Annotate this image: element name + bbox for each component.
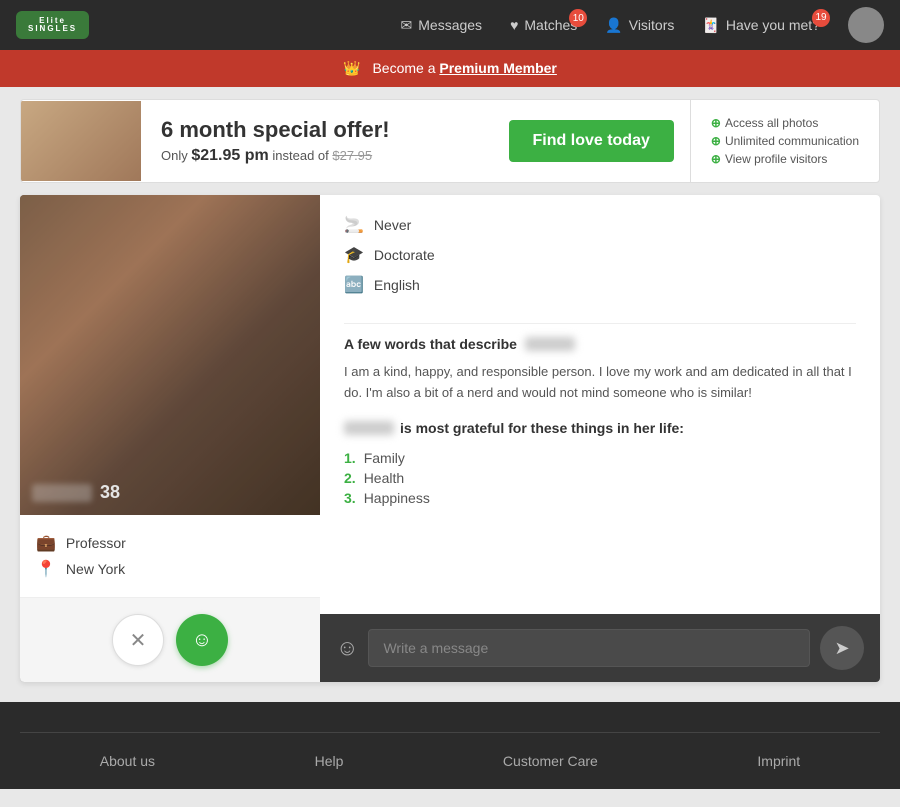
describe-label: A few words that describe: [344, 336, 517, 352]
ad-old-price: $27.95: [332, 148, 372, 163]
ad-photo: [21, 101, 141, 181]
ad-feature-2: ⊕Unlimited communication: [711, 134, 859, 148]
footer-divider: [20, 732, 880, 733]
profile-photo: 38: [20, 195, 320, 515]
grateful-item-3: Happiness: [364, 490, 430, 506]
footer-imprint[interactable]: Imprint: [757, 753, 800, 769]
footer-customer-care[interactable]: Customer Care: [503, 753, 598, 769]
attribute-smoking: 🚬 Never: [344, 215, 856, 235]
header: Elite SINGLES ✉ Messages ♥ Matches 10 👤 …: [0, 0, 900, 50]
grateful-title: is most grateful for these things in her…: [344, 420, 856, 436]
profile-right: 🚬 Never 🎓 Doctorate 🔤 English A few word…: [320, 195, 880, 682]
profile-age: 38: [100, 482, 120, 503]
language-icon: 🔤: [344, 275, 364, 295]
grateful-item-2: Health: [364, 470, 404, 486]
bio-text: I am a kind, happy, and responsible pers…: [344, 362, 856, 404]
attribute-education: 🎓 Doctorate: [344, 245, 856, 265]
message-input[interactable]: [368, 629, 810, 667]
logo-sub: SINGLES: [28, 25, 77, 33]
briefcase-icon: 💼: [36, 533, 56, 553]
ad-features: ⊕Access all photos ⊕Unlimited communicat…: [690, 100, 879, 182]
ad-title: 6 month special offer!: [161, 117, 473, 143]
smoking-value: Never: [374, 217, 411, 233]
nav-haveyoumet[interactable]: 🃏 Have you met? 19: [702, 17, 820, 34]
ad-feature-1: ⊕Access all photos: [711, 116, 859, 130]
send-button[interactable]: ➤: [820, 626, 864, 670]
nav-visitors[interactable]: 👤 Visitors: [605, 17, 674, 34]
ad-banner: 6 month special offer! Only $21.95 pm in…: [20, 99, 880, 183]
list-item: 3. Happiness: [344, 490, 856, 506]
graduation-icon: 🎓: [344, 245, 364, 265]
nav-messages[interactable]: ✉ Messages: [401, 17, 483, 34]
language-value: English: [374, 277, 420, 293]
grateful-list: 1. Family 2. Health 3. Happiness: [344, 446, 856, 510]
ad-subtitle-pre: Only: [161, 148, 188, 163]
job-label: Professor: [66, 535, 126, 551]
profile-left: 38 💼 Professor 📍 New York ✕ ☺: [20, 195, 320, 682]
crown-icon: 👑: [343, 60, 360, 76]
like-button[interactable]: ☺: [176, 614, 228, 666]
ad-feature-3: ⊕View profile visitors: [711, 152, 859, 166]
ad-subtitle: Only $21.95 pm instead of $27.95: [161, 147, 473, 165]
heart-icon: ♥: [510, 17, 518, 33]
user-avatar[interactable]: [848, 7, 884, 43]
grateful-label: is most grateful for these things in her…: [400, 420, 684, 436]
nav-matches[interactable]: ♥ Matches 10: [510, 17, 577, 33]
attribute-language: 🔤 English: [344, 275, 856, 295]
footer-links: About us Help Customer Care Imprint: [20, 753, 880, 769]
education-value: Doctorate: [374, 247, 435, 263]
footer-about[interactable]: About us: [100, 753, 155, 769]
ad-cta-button[interactable]: Find love today: [509, 120, 674, 162]
message-area: ☺ ➤: [320, 614, 880, 682]
navigation: ✉ Messages ♥ Matches 10 👤 Visitors 🃏 Hav…: [401, 7, 884, 43]
ad-text: 6 month special offer! Only $21.95 pm in…: [141, 105, 493, 177]
list-item: 2. Health: [344, 470, 856, 486]
cards-icon: 🃏: [702, 17, 719, 34]
profile-location: 📍 New York: [36, 559, 304, 579]
smoking-icon: 🚬: [344, 215, 364, 235]
ad-subtitle-post: instead of: [272, 148, 328, 163]
emoji-button[interactable]: ☺: [336, 635, 358, 661]
footer-help[interactable]: Help: [315, 753, 344, 769]
matches-badge: 10: [569, 9, 587, 27]
footer: About us Help Customer Care Imprint: [0, 702, 900, 789]
bio-section-title: A few words that describe: [344, 336, 856, 352]
main-content: 38 💼 Professor 📍 New York ✕ ☺ 🚬 Never: [20, 195, 880, 682]
premium-link[interactable]: Premium Member: [439, 60, 556, 76]
person-icon: 👤: [605, 17, 622, 34]
grateful-item-1: Family: [364, 450, 405, 466]
name-blur-bio: [525, 337, 575, 351]
name-blur-grateful: [344, 421, 394, 435]
dislike-button[interactable]: ✕: [112, 614, 164, 666]
profile-name-age: 38: [32, 482, 120, 503]
divider-1: [344, 323, 856, 324]
location-icon: 📍: [36, 559, 56, 579]
premium-banner[interactable]: 👑 Become a Premium Member: [0, 50, 900, 87]
ad-price: $21.95 pm: [191, 147, 268, 164]
action-buttons: ✕ ☺: [20, 597, 320, 682]
list-item: 1. Family: [344, 450, 856, 466]
profile-info: 💼 Professor 📍 New York: [20, 515, 320, 597]
location-label: New York: [66, 561, 125, 577]
haveyoumet-badge: 19: [812, 9, 830, 27]
envelope-icon: ✉: [401, 17, 413, 34]
logo[interactable]: Elite SINGLES: [16, 11, 89, 39]
profile-attributes: 🚬 Never 🎓 Doctorate 🔤 English: [344, 215, 856, 295]
profile-job: 💼 Professor: [36, 533, 304, 553]
profile-name-blur: [32, 484, 92, 502]
